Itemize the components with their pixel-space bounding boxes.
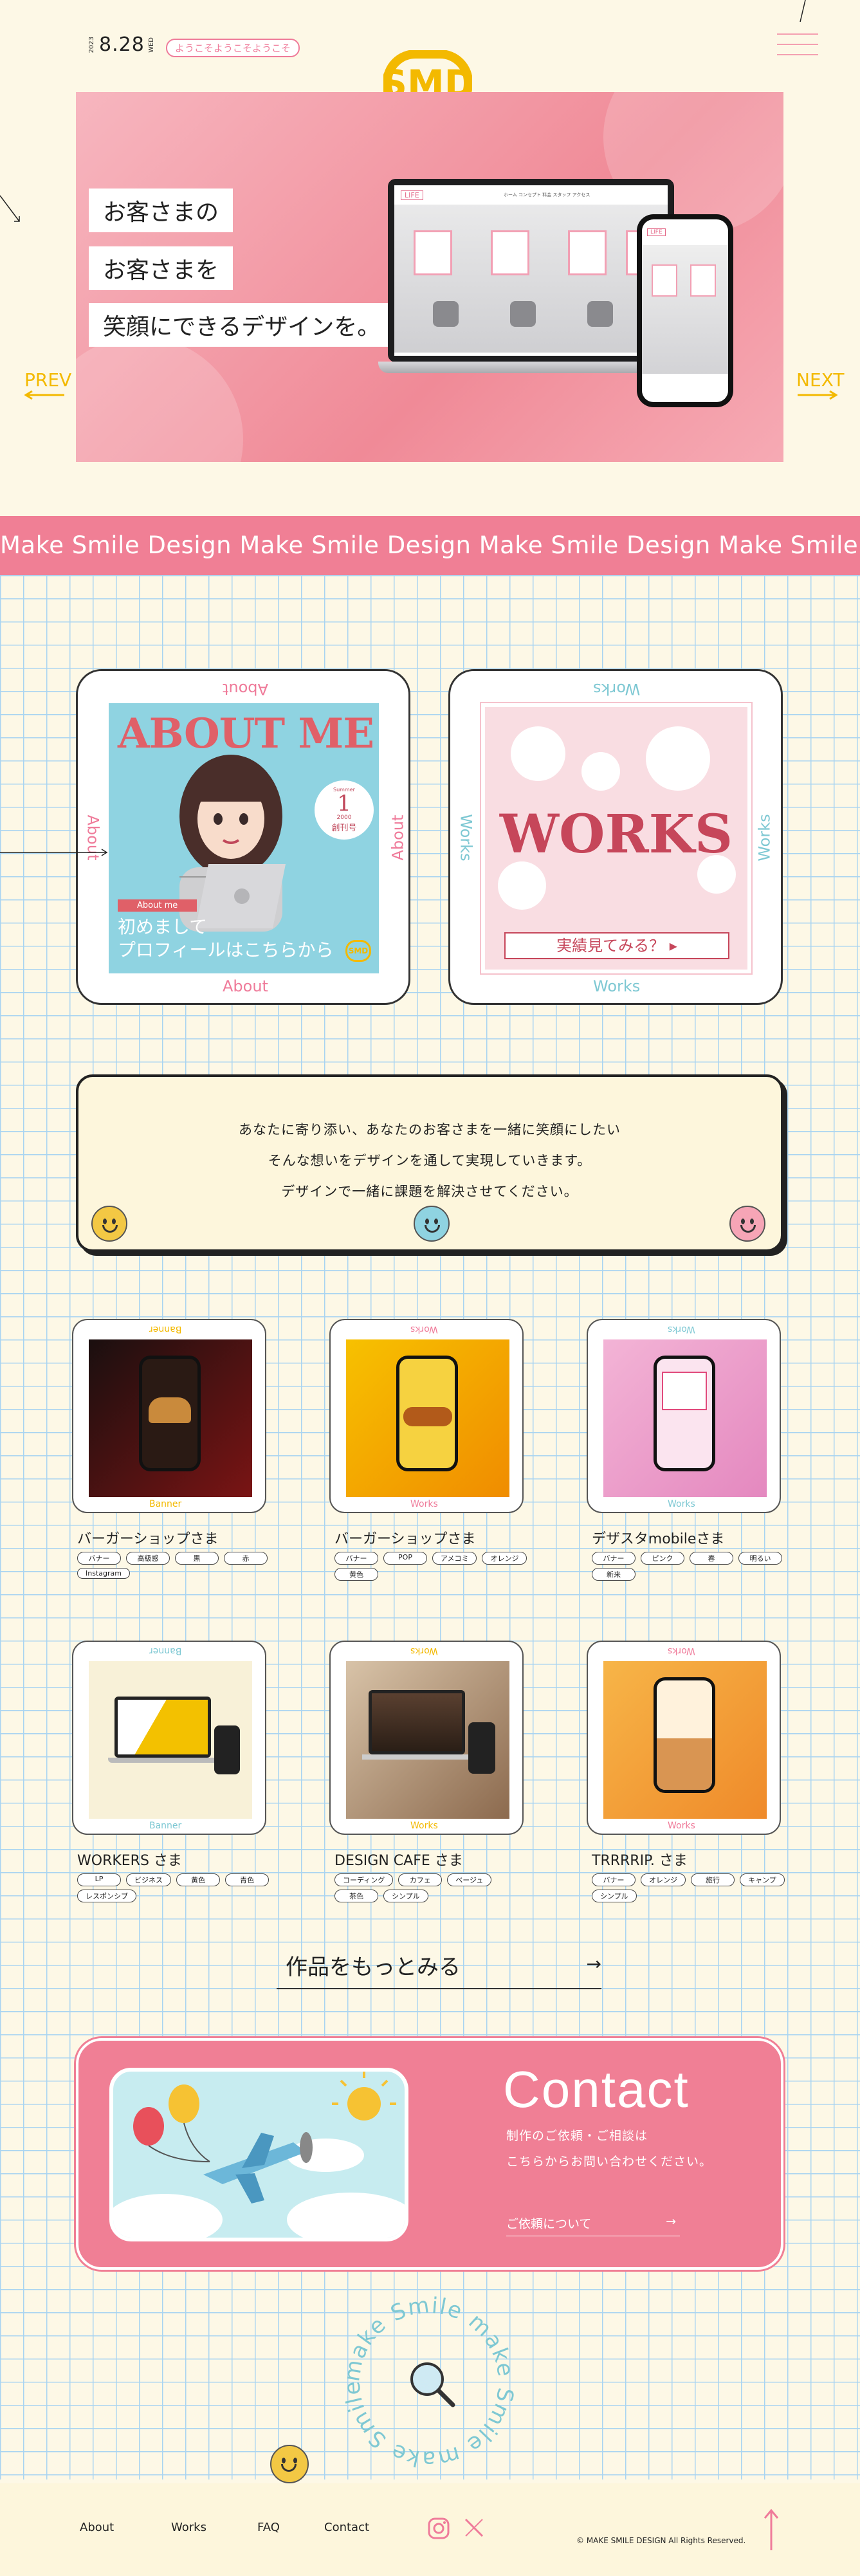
work-card-2[interactable]: Works Works	[329, 1319, 524, 1513]
back-to-top-icon[interactable]	[762, 2508, 781, 2553]
work-tags-5: コーディング カフェ ベージュ 茶色 シンプル	[334, 1873, 527, 1902]
work-title-2: バーガーショップさま	[334, 1531, 476, 1547]
prev-arrow-icon	[24, 391, 64, 400]
next-button[interactable]: NEXT	[796, 369, 844, 400]
phone-mockup: LIFE	[637, 214, 733, 407]
month-day: 8.28	[99, 33, 145, 56]
work-tags-1: バナー 高級感黒赤 Instagram	[77, 1552, 270, 1579]
work-card-4[interactable]: Banner Banner	[72, 1641, 266, 1835]
about-line1: 初めまして	[118, 916, 208, 937]
mock-phone-brand: LIFE	[647, 228, 666, 236]
works-side-left: Works	[457, 814, 475, 861]
smile-yellow-icon	[91, 1206, 127, 1242]
works-cta[interactable]: 実績見てみる？ ▸	[504, 932, 729, 959]
work-card-3[interactable]: Works Works	[587, 1319, 781, 1513]
arrow-right-icon: →	[666, 2214, 676, 2229]
prev-button[interactable]: PREV	[24, 369, 71, 400]
work-title-6: TRRRRIP. さま	[592, 1853, 688, 1869]
works-card[interactable]: Works Works Works Works WORKS 実績見てみる？ ▸	[448, 669, 783, 1005]
works-side-top: Works	[593, 680, 641, 698]
marquee-band: Make Smile Design Make Smile Design Make…	[0, 516, 860, 575]
works-side-right: Works	[755, 814, 774, 861]
about-side-right: About	[389, 814, 407, 861]
message-line-1: あなたに寄り添い、あなたのお客さまを一緒に笑顔にしたい	[239, 1122, 621, 1137]
deco-arrow-line	[0, 849, 108, 856]
search-badge[interactable]: make Smile make Smile make Smile	[339, 2292, 517, 2472]
contact-text: 制作のご依頼・ご相談は こちらからお問い合わせください。	[506, 2129, 713, 2169]
smile-pink-icon	[729, 1206, 765, 1242]
menu-icon[interactable]	[777, 33, 818, 62]
hero-slider: お客さまの お客さまを 笑顔にできるデザインを。 LIFE ホーム コンセプト …	[76, 92, 783, 462]
request-link[interactable]: ご依頼について →	[506, 2214, 680, 2236]
works-side-bottom: Works	[593, 977, 641, 995]
hero-line-2: お客さまを	[89, 246, 233, 290]
work-card-6[interactable]: Works Works	[587, 1641, 781, 1835]
smile-footer-icon	[270, 2445, 309, 2483]
work-tags-4: LP ビジネス 黄色 青色 レスポンシブ	[77, 1873, 270, 1902]
work-tags-6: バナー オレンジ 旅行 キャンプ シンプル	[592, 1873, 785, 1902]
about-ribbon: About me	[118, 899, 197, 912]
message-line-3: デザインで一緒に課題を解決させてください。	[281, 1184, 578, 1199]
footer-link-faq[interactable]: FAQ	[257, 2521, 280, 2534]
work-card-5[interactable]: Works Works	[329, 1641, 524, 1835]
smile-blue-icon	[414, 1206, 450, 1242]
work-tags-2: バナー POP アメコミ オレンジ 黄色	[334, 1552, 527, 1581]
footer-link-contact[interactable]: Contact	[324, 2521, 369, 2534]
about-card[interactable]: About About About About ABOUT ME Summer …	[76, 669, 410, 1005]
deco-line	[800, 0, 806, 23]
work-title-4: WORKERS さま	[77, 1853, 182, 1869]
more-works-link[interactable]: 作品をもっとみる →	[277, 1949, 601, 1989]
x-twitter-icon[interactable]	[463, 2517, 485, 2539]
message-box: あなたに寄り添い、あなたのお客さまを一緒に笑顔にしたい そんな想いをデザインを通…	[76, 1074, 783, 1252]
next-label: NEXT	[796, 369, 845, 391]
contact-illustration	[109, 2068, 408, 2241]
mock-nav: ホーム コンセプト 料金 スタッフ アクセス	[504, 192, 590, 198]
mini-logo-icon: SMD	[345, 940, 371, 962]
deco-arrow	[0, 195, 20, 222]
work-card-1[interactable]: Banner Banner	[72, 1319, 266, 1513]
next-arrow-icon	[798, 391, 837, 400]
mock-brand: LIFE	[401, 190, 423, 200]
footer-link-about[interactable]: About	[80, 2521, 114, 2534]
instagram-icon[interactable]	[427, 2517, 450, 2540]
about-side-bottom: About	[223, 977, 268, 995]
footer-link-works[interactable]: Works	[171, 2521, 206, 2534]
work-title-3: デザスタmobileさま	[592, 1531, 725, 1547]
works-title: WORKS	[499, 804, 733, 865]
copyright: © MAKE SMILE DESIGN All Rights Reserved.	[576, 2536, 746, 2545]
work-title-5: DESIGN CAFE さま	[334, 1853, 463, 1869]
airplane-balloon-icon	[113, 2072, 405, 2238]
message-line-2: そんな想いをデザインを通して実現していきます。	[268, 1153, 592, 1168]
issue-badge: Summer 1 2000 創刊号	[315, 780, 374, 840]
arrow-right-icon: →	[586, 1953, 601, 1974]
more-works-label: 作品をもっとみる	[286, 1955, 461, 1980]
contact-section[interactable]: Contact 制作のご依頼・ご相談は こちらからお問い合わせください。 ご依頼…	[76, 2038, 783, 2270]
hero-line-1: お客さまの	[89, 189, 233, 232]
footer: About Works FAQ Contact © MAKE SMILE DES…	[0, 2483, 860, 2576]
weekday: WED	[147, 37, 155, 53]
hero-line-3: 笑顔にできるデザインを。	[89, 303, 395, 347]
about-line2: プロフィールはこちらから	[118, 939, 334, 961]
work-tags-3: バナー ピンク春明るい 新来	[592, 1552, 785, 1581]
marquee-text: Make Smile Design Make Smile Design Make…	[0, 531, 860, 559]
welcome-badge: ようこそようこそようこそ	[166, 39, 300, 57]
works-visual: WORKS 実績見てみる？ ▸	[481, 703, 751, 973]
prev-label: PREV	[24, 369, 72, 391]
about-side-top: About	[223, 680, 268, 698]
about-magazine: ABOUT ME Summer 1 2000 創刊号 About me 初めまし…	[109, 703, 379, 973]
year: 2023	[88, 36, 95, 53]
date-display: 2023 8.28 WED	[88, 33, 155, 56]
contact-title: Contact	[503, 2061, 690, 2118]
work-title-1: バーガーショップさま	[77, 1531, 219, 1547]
